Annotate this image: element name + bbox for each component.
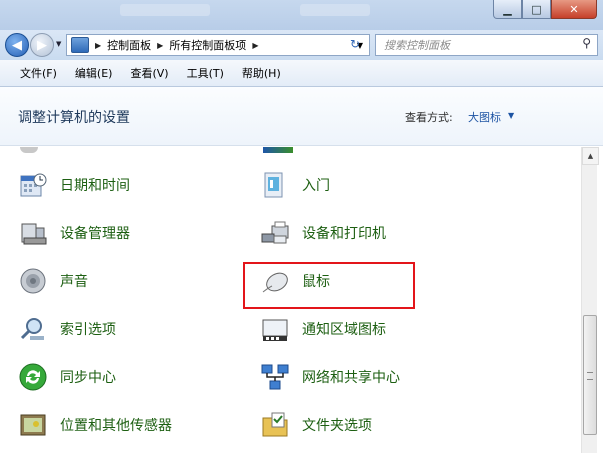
window-controls: ▁ □ ✕	[493, 0, 597, 19]
item-folder-options[interactable]: 文件夹选项	[260, 410, 372, 440]
blurred-title-2	[300, 4, 370, 16]
device-manager-icon	[18, 218, 48, 248]
grip-icon	[587, 372, 593, 380]
item-label: 网络和共享中心	[302, 370, 400, 386]
view-by-dropdown[interactable]: 大图标	[468, 109, 501, 125]
notification-area-icon	[260, 314, 290, 344]
control-panel-icon	[71, 37, 89, 53]
chevron-right-icon[interactable]: ▶	[252, 41, 258, 50]
menu-help[interactable]: 帮助(H)	[242, 65, 281, 81]
item-notification-icons[interactable]: 通知区域图标	[260, 314, 386, 344]
getting-started-icon	[260, 170, 290, 200]
item-device-manager[interactable]: 设备管理器	[18, 218, 130, 248]
forward-button[interactable]: ▶	[30, 33, 54, 57]
scrollbar-thumb[interactable]	[583, 315, 597, 435]
chevron-right-icon[interactable]: ▶	[157, 41, 163, 50]
navigation-bar: ◀ ▶ ▼ ▶ 控制面板 ▶ 所有控制面板项 ▶ ▼ ↻ 搜索控制面板 ⚲	[0, 30, 603, 60]
address-bar[interactable]: ▶ 控制面板 ▶ 所有控制面板项 ▶ ▼	[66, 34, 370, 56]
control-panel-content: 调整计算机的设置 查看方式: 大图标 ▼ 日期和时间 入门 设备管理器 设备和打…	[0, 87, 603, 455]
minimize-button[interactable]: ▁	[493, 0, 522, 19]
item-location-sensors[interactable]: 位置和其他传感器	[18, 410, 172, 440]
refresh-icon[interactable]: ↻	[344, 34, 366, 54]
printer-icon	[260, 218, 290, 248]
vertical-scrollbar[interactable]: ▲	[581, 147, 599, 453]
menu-view[interactable]: 查看(V)	[130, 65, 168, 81]
sync-center-icon	[18, 362, 48, 392]
view-by-label: 查看方式:	[405, 111, 453, 124]
item-label: 设备管理器	[60, 226, 130, 242]
item-sound[interactable]: 声音	[18, 266, 88, 296]
window-titlebar: ▁ □ ✕	[0, 0, 603, 30]
back-button[interactable]: ◀	[5, 33, 29, 57]
scroll-up-icon[interactable]: ▲	[582, 147, 599, 165]
breadcrumb-all-items[interactable]: 所有控制面板项	[169, 37, 246, 53]
partial-item-icon	[20, 147, 38, 153]
item-devices-printers[interactable]: 设备和打印机	[260, 218, 386, 248]
item-label: 索引选项	[60, 322, 116, 338]
item-label: 声音	[60, 274, 88, 290]
content-header: 调整计算机的设置 查看方式: 大图标 ▼	[0, 87, 603, 146]
partial-item-icon-2	[263, 147, 293, 153]
search-icon[interactable]: ⚲	[582, 36, 591, 50]
item-date-time[interactable]: 日期和时间	[18, 170, 130, 200]
network-icon	[260, 362, 290, 392]
menu-bar: 文件(F) 编辑(E) 查看(V) 工具(T) 帮助(H)	[0, 60, 603, 87]
chevron-right-icon[interactable]: ▶	[95, 41, 101, 50]
search-input[interactable]: 搜索控制面板 ⚲	[375, 34, 598, 56]
item-label: 入门	[302, 178, 330, 194]
index-search-icon	[18, 314, 48, 344]
search-placeholder: 搜索控制面板	[384, 39, 450, 52]
menu-file[interactable]: 文件(F)	[20, 65, 57, 81]
maximize-button[interactable]: □	[522, 0, 551, 19]
item-sync-center[interactable]: 同步中心	[18, 362, 116, 392]
item-label: 日期和时间	[60, 178, 130, 194]
menu-tools[interactable]: 工具(T)	[187, 65, 224, 81]
breadcrumb-control-panel[interactable]: 控制面板	[107, 37, 151, 53]
chevron-down-icon[interactable]: ▼	[508, 111, 514, 120]
blurred-title	[120, 4, 210, 16]
speaker-icon	[18, 266, 48, 296]
item-network-sharing[interactable]: 网络和共享中心	[260, 362, 400, 392]
close-button[interactable]: ✕	[551, 0, 597, 19]
recent-pages-dropdown-icon[interactable]: ▼	[56, 40, 61, 48]
item-label: 同步中心	[60, 370, 116, 386]
item-getting-started[interactable]: 入门	[260, 170, 330, 200]
menu-edit[interactable]: 编辑(E)	[75, 65, 113, 81]
item-label: 位置和其他传感器	[60, 418, 172, 434]
item-label: 通知区域图标	[302, 322, 386, 338]
item-label: 文件夹选项	[302, 418, 372, 434]
page-title: 调整计算机的设置	[18, 110, 130, 126]
item-indexing-options[interactable]: 索引选项	[18, 314, 116, 344]
location-sensor-icon	[18, 410, 48, 440]
item-label: 设备和打印机	[302, 226, 386, 242]
folder-options-icon	[260, 410, 290, 440]
calendar-clock-icon	[18, 170, 48, 200]
highlight-box	[243, 262, 415, 309]
